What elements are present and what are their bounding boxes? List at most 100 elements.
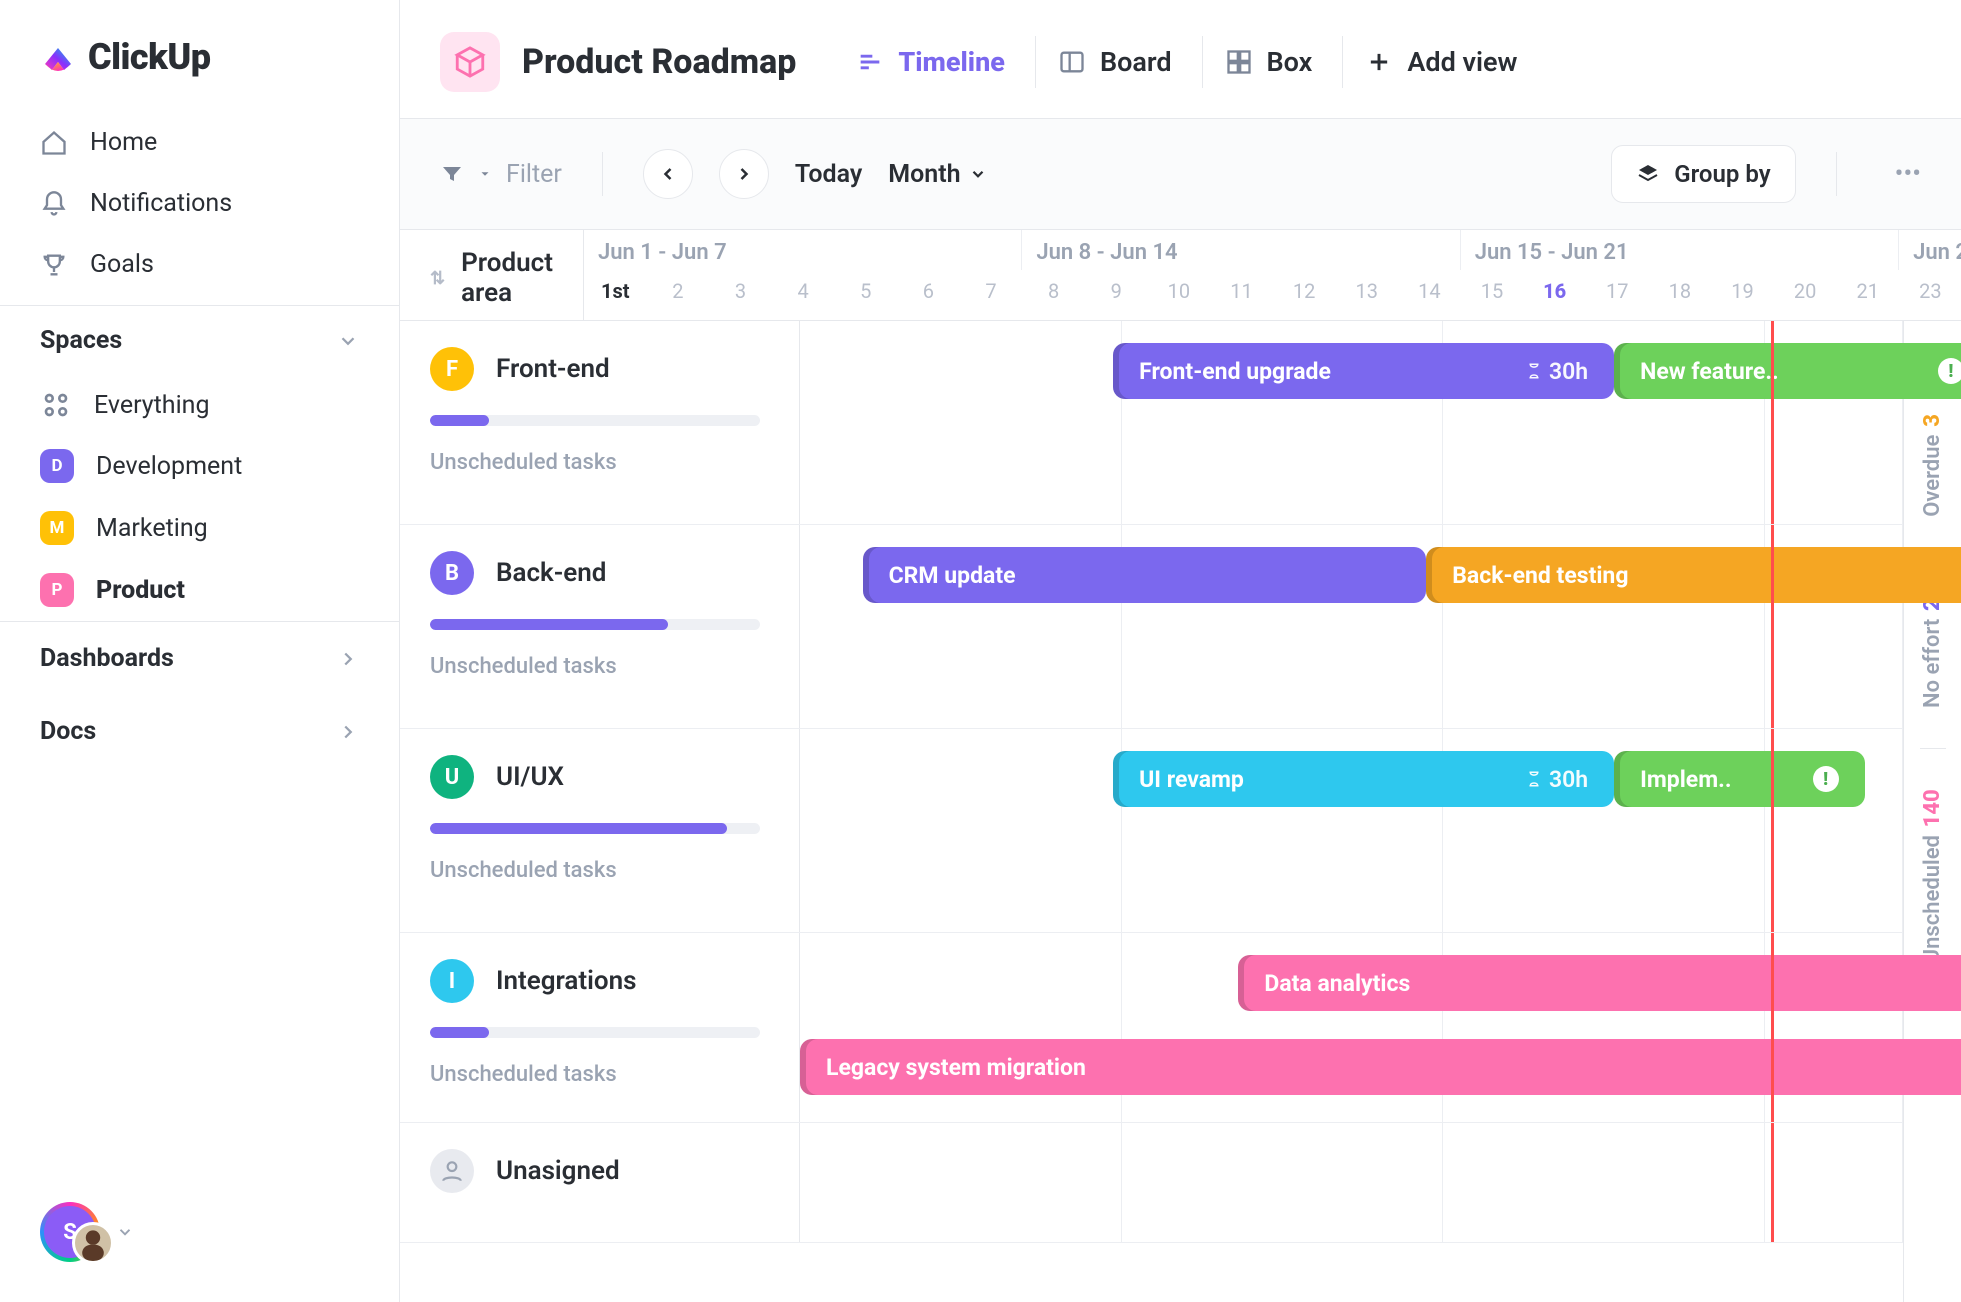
trophy-icon: [40, 251, 68, 279]
spaces-header[interactable]: Spaces: [0, 305, 399, 375]
row-category[interactable]: I Integrations Unscheduled tasks: [400, 933, 800, 1122]
unassigned-icon: [430, 1149, 474, 1193]
today-button[interactable]: Today: [795, 160, 862, 189]
add-view-button[interactable]: Add view: [1342, 36, 1539, 88]
nav-home-label: Home: [90, 128, 157, 157]
divider: [602, 152, 603, 196]
category-badge: B: [430, 551, 474, 595]
tab-board[interactable]: Board: [1035, 36, 1194, 88]
hourglass-icon: [1525, 362, 1543, 380]
space-label: Marketing: [96, 514, 208, 543]
category-name: Front-end: [496, 354, 610, 384]
grid-icon: [40, 389, 72, 421]
sidebar-dashboards[interactable]: Dashboards: [0, 621, 399, 695]
nav-notifications[interactable]: Notifications: [0, 173, 399, 234]
range-label: Month: [888, 160, 960, 189]
task-label: Back-end testing: [1452, 562, 1628, 589]
task-bar[interactable]: Data analytics: [1238, 955, 1961, 1011]
category-badge: I: [430, 959, 474, 1003]
day-label: 5: [834, 270, 897, 312]
day-label: 4: [772, 270, 835, 312]
nav-goals[interactable]: Goals: [0, 234, 399, 295]
rail-overdue-label: Overdue: [1920, 435, 1945, 517]
timeline-row: I Integrations Unscheduled tasksData ana…: [400, 933, 1903, 1123]
nav-home[interactable]: Home: [0, 112, 399, 173]
toolbar: Filter Today Month Group by •••: [400, 119, 1961, 230]
board-icon: [1058, 48, 1086, 76]
rail-overdue[interactable]: Overdue 3: [1920, 414, 1945, 517]
chevron-down-icon: [337, 330, 359, 352]
day-label: 16: [1523, 270, 1586, 312]
row-category[interactable]: B Back-end Unscheduled tasks: [400, 525, 800, 728]
chevron-right-icon: [734, 164, 754, 184]
sidebar-docs[interactable]: Docs: [0, 695, 399, 768]
cube-icon: [440, 32, 500, 92]
sidebar-space-development[interactable]: D Development: [0, 435, 399, 497]
tab-timeline[interactable]: Timeline: [834, 36, 1027, 88]
rail-unscheduled[interactable]: Unscheduled 140: [1920, 789, 1945, 963]
day-label: 2: [647, 270, 710, 312]
tab-box-label: Box: [1267, 46, 1313, 78]
row-category[interactable]: Unasigned: [400, 1123, 800, 1242]
rail-no-effort[interactable]: No effort 2: [1920, 598, 1945, 708]
task-bar[interactable]: New feature..!: [1614, 343, 1961, 399]
chevron-right-icon: [337, 721, 359, 743]
day-label: 15: [1461, 270, 1524, 312]
column-header[interactable]: ⇅ Product area: [430, 248, 553, 308]
day-label: 1st: [584, 270, 647, 312]
more-button[interactable]: •••: [1895, 159, 1921, 189]
task-bar[interactable]: Legacy system migration30h: [800, 1039, 1961, 1095]
layers-icon: [1636, 162, 1660, 186]
unscheduled-link[interactable]: Unscheduled tasks: [430, 1062, 769, 1087]
timeline-row: U UI/UX Unscheduled tasks UI revamp30hImp…: [400, 729, 1903, 933]
task-bar[interactable]: UI revamp30h: [1113, 751, 1614, 807]
sidebar-everything[interactable]: Everything: [0, 375, 399, 435]
tab-box[interactable]: Box: [1202, 36, 1335, 88]
spaces-header-label: Spaces: [40, 326, 122, 355]
plus-icon: [1365, 48, 1393, 76]
logo[interactable]: ClickUp: [0, 28, 399, 102]
sidebar-space-marketing[interactable]: M Marketing: [0, 497, 399, 559]
unscheduled-link[interactable]: Unscheduled tasks: [430, 858, 769, 883]
sidebar-space-product[interactable]: P Product: [0, 559, 399, 621]
unscheduled-link[interactable]: Unscheduled tasks: [430, 450, 769, 475]
user-menu[interactable]: S: [0, 1182, 399, 1282]
today-line: [1771, 933, 1774, 1122]
day-label: 21: [1836, 270, 1899, 312]
groupby-button[interactable]: Group by: [1611, 145, 1795, 203]
task-bar[interactable]: Front-end upgrade30h: [1113, 343, 1614, 399]
task-bar[interactable]: CRM update: [863, 547, 1427, 603]
today-line: [1771, 1123, 1774, 1242]
category-name: UI/UX: [496, 762, 564, 792]
task-bar[interactable]: Implem..!: [1614, 751, 1865, 807]
clickup-logo-icon: [38, 37, 78, 77]
add-view-label: Add view: [1407, 46, 1517, 78]
rail-unsch-label: Unscheduled: [1920, 835, 1945, 963]
task-label: New feature..: [1640, 358, 1779, 385]
filter-icon: [440, 162, 464, 186]
task-label: CRM update: [889, 562, 1016, 589]
category-name: Back-end: [496, 558, 606, 588]
rail-effort-label: No effort: [1920, 618, 1945, 707]
page-title: Product Roadmap: [522, 42, 796, 82]
next-button[interactable]: [719, 149, 769, 199]
chevron-right-icon: [337, 648, 359, 670]
chevron-down-icon: [969, 165, 987, 183]
tab-board-label: Board: [1100, 46, 1172, 78]
row-category[interactable]: F Front-end Unscheduled tasks: [400, 321, 800, 524]
task-label: Legacy system migration: [826, 1054, 1086, 1081]
nav-goals-label: Goals: [90, 250, 154, 279]
task-bar[interactable]: Back-end testing: [1426, 547, 1961, 603]
unscheduled-link[interactable]: Unscheduled tasks: [430, 654, 769, 679]
filter-button[interactable]: Filter: [440, 160, 562, 189]
row-category[interactable]: U UI/UX Unscheduled tasks: [400, 729, 800, 932]
day-label: 13: [1335, 270, 1398, 312]
prev-button[interactable]: [643, 149, 693, 199]
week-label: Jun 23 - Jun: [1899, 230, 1961, 270]
week-label: Jun 1 - Jun 7: [584, 230, 1022, 270]
space-badge: P: [40, 573, 74, 607]
today-line: [1771, 321, 1774, 524]
day-label: 3: [709, 270, 772, 312]
range-select[interactable]: Month: [888, 160, 986, 189]
progress-bar: [430, 823, 760, 834]
